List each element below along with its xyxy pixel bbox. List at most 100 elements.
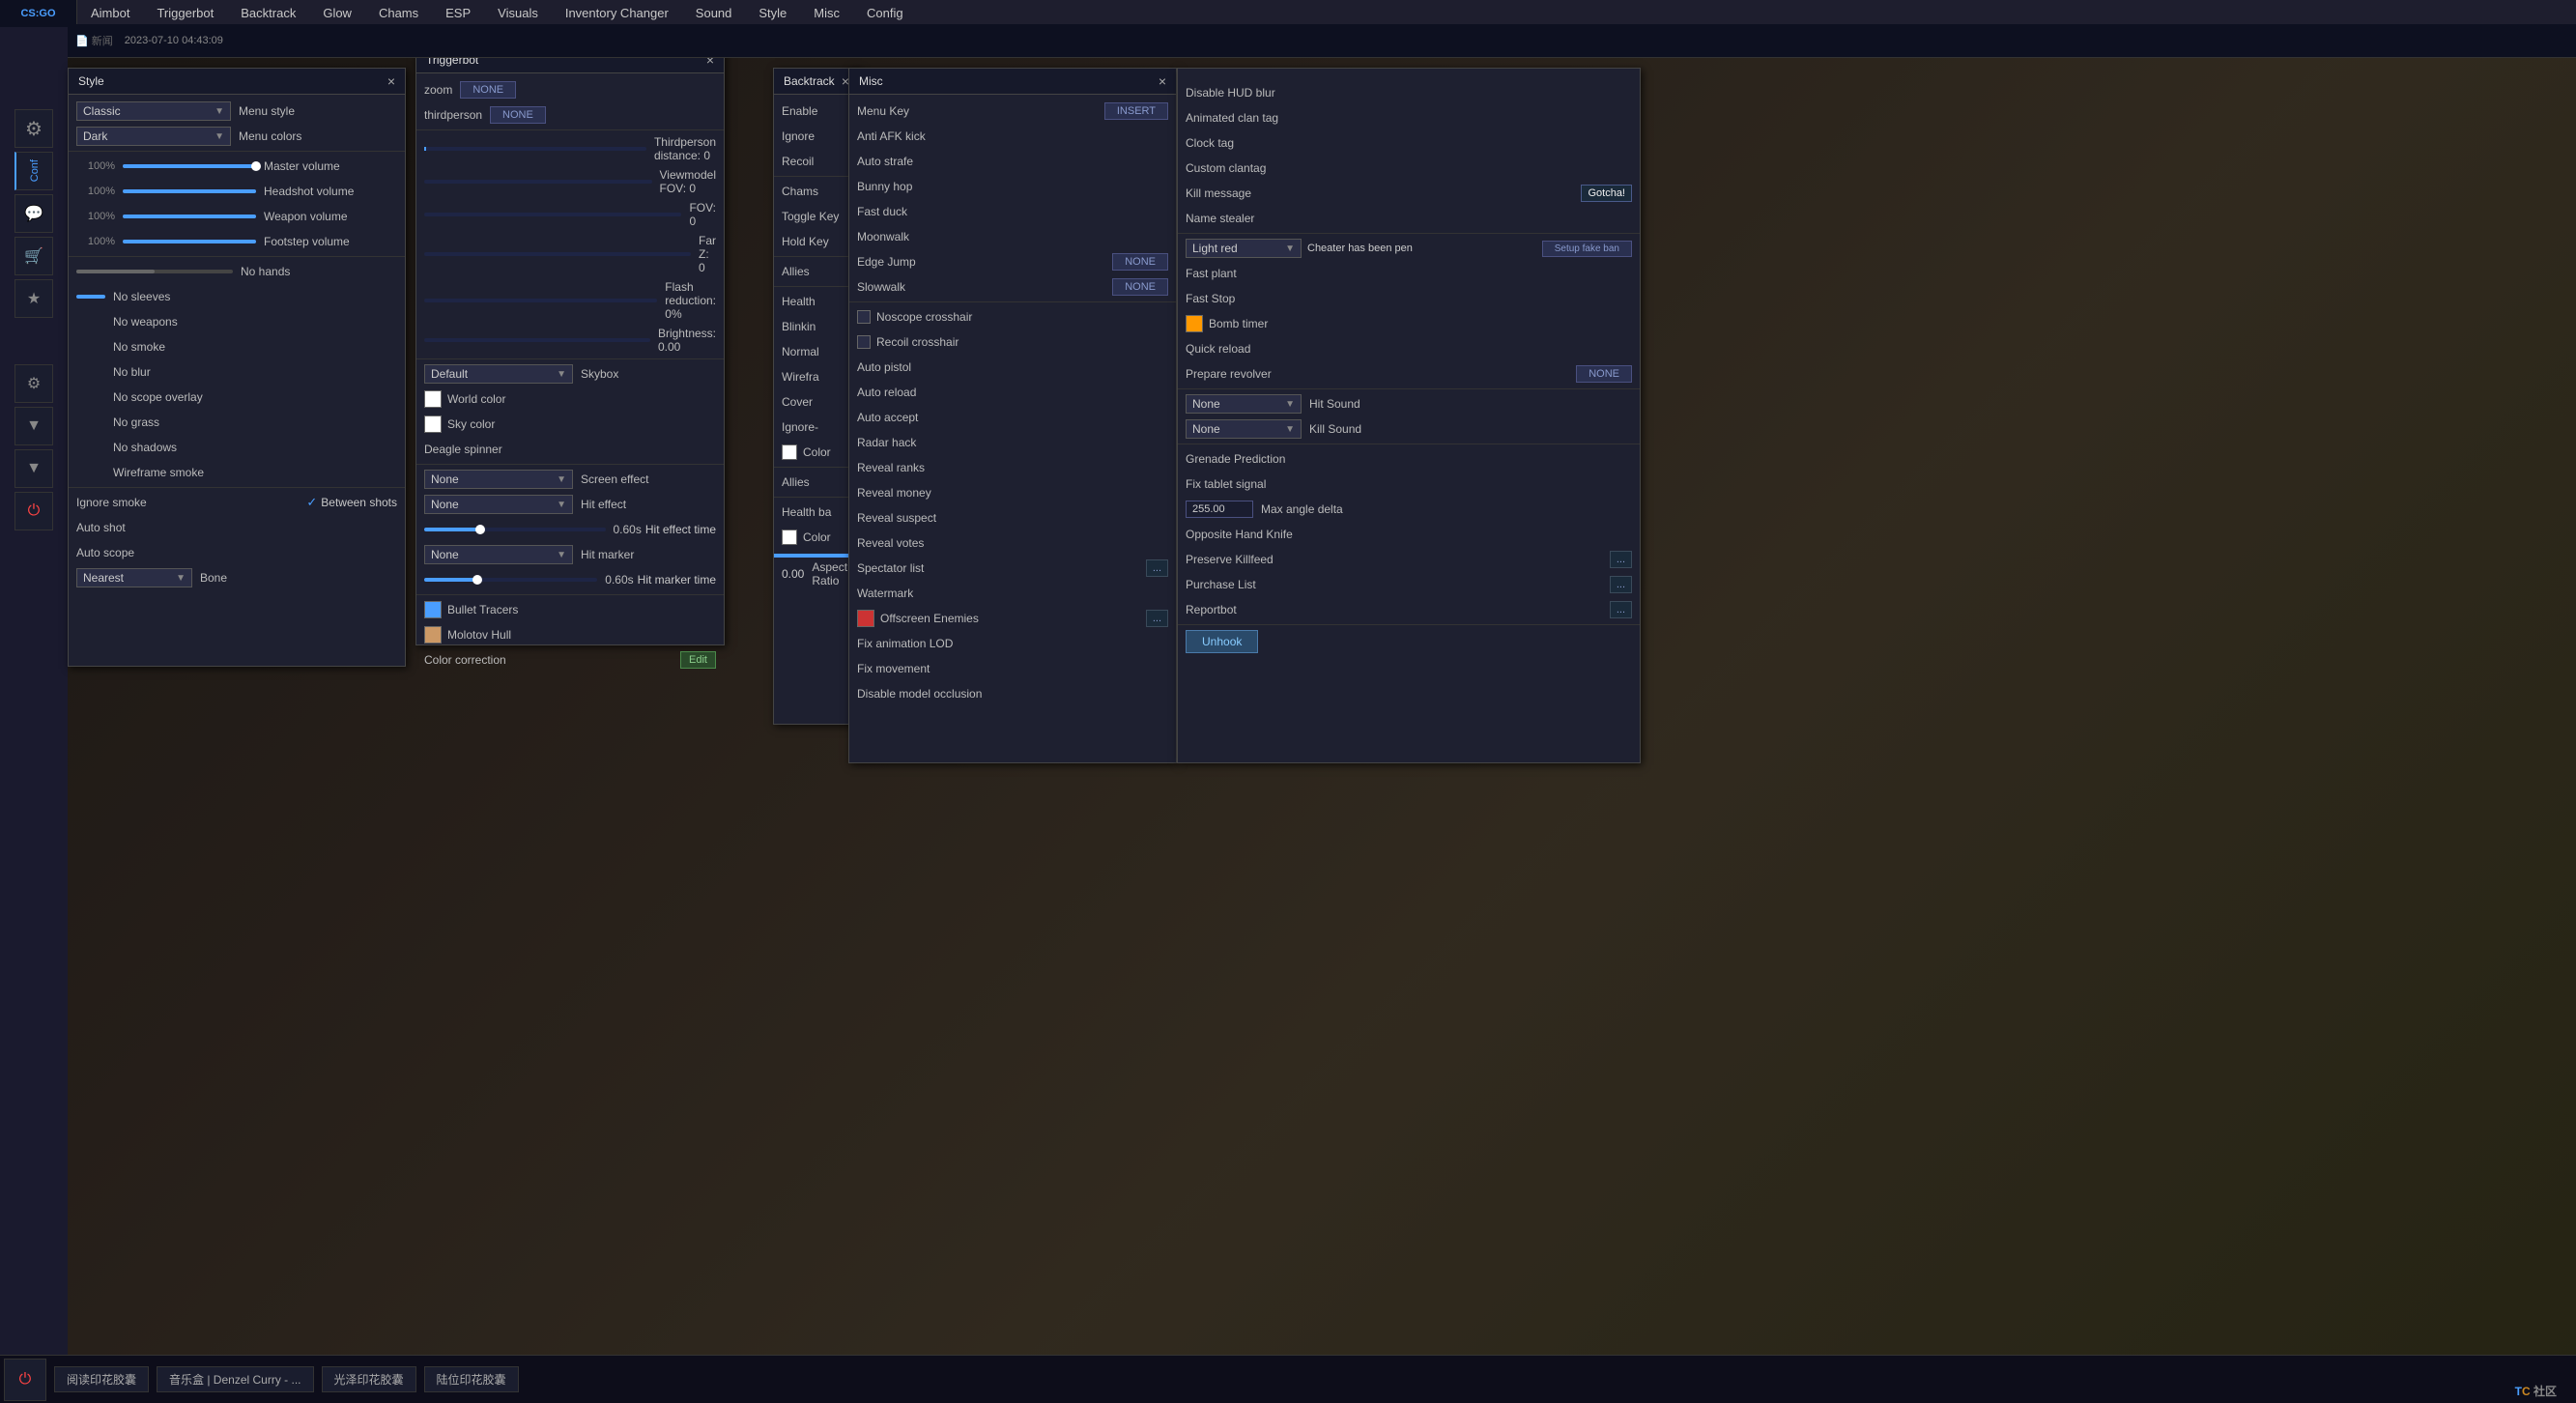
- menu-item-visuals[interactable]: Visuals: [484, 2, 552, 24]
- sidebar-icon-arrow2[interactable]: ▼: [14, 449, 53, 488]
- bt-ignore2[interactable]: Ignore-: [774, 415, 859, 440]
- menu-style-row: Classic ▼ Menu style: [69, 99, 405, 124]
- menu-item-sound[interactable]: Sound: [682, 2, 746, 24]
- menu-item-backtrack[interactable]: Backtrack: [227, 2, 309, 24]
- bt-color2-swatch[interactable]: [782, 530, 797, 545]
- bt-color-swatch[interactable]: [782, 444, 797, 460]
- tc-logo: TC 社区: [2515, 1376, 2557, 1401]
- taskbar-item-4[interactable]: 陆位印花胶囊: [424, 1366, 519, 1392]
- screen-effect-dropdown[interactable]: None ▼: [424, 470, 573, 489]
- new-tab-icon[interactable]: 📄 新闻: [75, 33, 113, 48]
- taskbar-item-2[interactable]: 音乐盒 | Denzel Curry - ...: [157, 1366, 313, 1392]
- offscreen-enemies-swatch[interactable]: [857, 610, 874, 627]
- sidebar-icon-star[interactable]: ★: [14, 279, 53, 318]
- world-color-swatch[interactable]: [424, 390, 442, 408]
- offscreen-enemies-dots-btn[interactable]: ...: [1146, 610, 1168, 627]
- hit-effect-dropdown[interactable]: None ▼: [424, 495, 573, 514]
- sidebar-icon-settings[interactable]: ⚙: [14, 364, 53, 403]
- menu-item-esp[interactable]: ESP: [432, 2, 484, 24]
- bt-allies[interactable]: Allies: [774, 259, 859, 284]
- taskbar-item-1[interactable]: 阅读印花胶囊: [54, 1366, 149, 1392]
- menu-item-chams[interactable]: Chams: [365, 2, 432, 24]
- sidebar-icon-power[interactable]: ⏻: [14, 492, 53, 530]
- kill-sound-dropdown[interactable]: None ▼: [1186, 419, 1302, 439]
- light-red-dropdown[interactable]: Light red ▼: [1186, 239, 1302, 258]
- light-red-row: Light red ▼ Cheater has been pen Setup f…: [1178, 236, 1640, 261]
- max-angle-delta-input[interactable]: [1186, 501, 1253, 518]
- bt-color2[interactable]: Color: [774, 525, 859, 550]
- spectator-list-dots-btn[interactable]: ...: [1146, 559, 1168, 577]
- menu-key-btn[interactable]: INSERT: [1104, 102, 1168, 120]
- preserve-killfeed-dots-btn[interactable]: ...: [1610, 551, 1632, 568]
- taskbar: ⏻ 阅读印花胶囊 音乐盒 | Denzel Curry - ... 光泽印花胶囊…: [0, 1355, 2576, 1403]
- bt-health-ba[interactable]: Health ba: [774, 500, 859, 525]
- hit-effect-time-row: 0.60s Hit effect time: [416, 517, 724, 542]
- edge-jump-key-btn[interactable]: NONE: [1112, 253, 1168, 271]
- style-panel-close[interactable]: ×: [387, 73, 395, 89]
- menu-item-inventory-changer[interactable]: Inventory Changer: [552, 2, 682, 24]
- sidebar-icon-home[interactable]: ⚙: [14, 109, 53, 148]
- slowwalk-key-btn[interactable]: NONE: [1112, 278, 1168, 296]
- bt-chams[interactable]: Chams: [774, 179, 859, 204]
- taskbar-power-btn[interactable]: ⏻: [4, 1359, 46, 1401]
- sky-color-swatch[interactable]: [424, 415, 442, 433]
- skybox-dropdown[interactable]: Default ▼: [424, 364, 573, 384]
- menu-style-dropdown[interactable]: Classic ▼: [76, 101, 231, 121]
- bt-cover[interactable]: Cover: [774, 389, 859, 415]
- bt-normal[interactable]: Normal: [774, 339, 859, 364]
- purchase-list-dots-btn[interactable]: ...: [1610, 576, 1632, 593]
- menu-item-misc[interactable]: Misc: [800, 2, 853, 24]
- prepare-revolver-key-btn[interactable]: NONE: [1576, 365, 1632, 383]
- bt-blinkin[interactable]: Blinkin: [774, 314, 859, 339]
- hit-effect-chevron: ▼: [557, 500, 566, 510]
- recoil-crosshair-row: Recoil crosshair: [849, 329, 1176, 355]
- setup-fake-ban-btn[interactable]: Setup fake ban: [1542, 241, 1632, 257]
- recoil-crosshair-check[interactable]: [857, 335, 871, 349]
- misc-close-btn[interactable]: ×: [1159, 73, 1166, 89]
- bt-toggle-key[interactable]: Toggle Key: [774, 204, 859, 229]
- unhook-btn[interactable]: Unhook: [1186, 630, 1258, 653]
- far-z-row: Far Z: 0: [416, 231, 724, 277]
- deagle-spinner-row: Deagle spinner: [416, 437, 724, 462]
- sidebar-icon-conf[interactable]: Conf: [14, 152, 53, 190]
- menu-item-triggerbot[interactable]: Triggerbot: [143, 2, 227, 24]
- menu-colors-dropdown[interactable]: Dark ▼: [76, 127, 231, 146]
- bt-enable[interactable]: Enable: [774, 99, 859, 124]
- zoom-row: zoom NONE: [416, 77, 724, 102]
- footstep-volume-row: 100% Footstep volume: [69, 229, 405, 254]
- bt-ignore[interactable]: Ignore: [774, 124, 859, 149]
- bt-wirefra[interactable]: Wirefra: [774, 364, 859, 389]
- menu-item-style[interactable]: Style: [745, 2, 800, 24]
- bt-recoil[interactable]: Recoil: [774, 149, 859, 174]
- sidebar: ⚙ Conf 💬 🛒 ★ ⚙ ▼ ▼ ⏻: [0, 27, 68, 530]
- reportbot-dots-btn[interactable]: ...: [1610, 601, 1632, 618]
- bt-health[interactable]: Health: [774, 289, 859, 314]
- bt-hold-key[interactable]: Hold Key: [774, 229, 859, 254]
- taskbar-item-3[interactable]: 光泽印花胶囊: [322, 1366, 416, 1392]
- sidebar-icon-arrow1[interactable]: ▼: [14, 407, 53, 445]
- menu-item-glow[interactable]: Glow: [309, 2, 365, 24]
- no-smoke-row: No smoke: [69, 334, 405, 359]
- bt-allies2[interactable]: Allies: [774, 470, 859, 495]
- bone-dropdown[interactable]: Nearest ▼: [76, 568, 192, 587]
- color-correction-edit-btn[interactable]: Edit: [680, 651, 716, 669]
- hit-marker-dropdown[interactable]: None ▼: [424, 545, 573, 564]
- chevron-down-icon: ▼: [215, 106, 224, 117]
- noscope-crosshair-check[interactable]: [857, 310, 871, 324]
- menu-item-config[interactable]: Config: [853, 2, 917, 24]
- sidebar-icon-chat[interactable]: 💬: [14, 194, 53, 233]
- auto-accept-row: Auto accept: [849, 405, 1176, 430]
- zoom-none-btn[interactable]: NONE: [460, 81, 516, 99]
- hit-sound-dropdown[interactable]: None ▼: [1186, 394, 1302, 414]
- wireframe-smoke-row: Wireframe smoke: [69, 460, 405, 485]
- thirdperson-none-btn[interactable]: NONE: [490, 106, 546, 124]
- menu-item-aimbot[interactable]: Aimbot: [77, 2, 143, 24]
- kill-message-input[interactable]: Gotcha!: [1581, 185, 1632, 202]
- no-weapons-row: No weapons: [69, 309, 405, 334]
- bt-color[interactable]: Color: [774, 440, 859, 465]
- auto-pistol-row: Auto pistol: [849, 355, 1176, 380]
- bullet-tracers-swatch[interactable]: [424, 601, 442, 618]
- molotov-hull-swatch[interactable]: [424, 626, 442, 644]
- bomb-timer-swatch[interactable]: [1186, 315, 1203, 332]
- sidebar-icon-shop[interactable]: 🛒: [14, 237, 53, 275]
